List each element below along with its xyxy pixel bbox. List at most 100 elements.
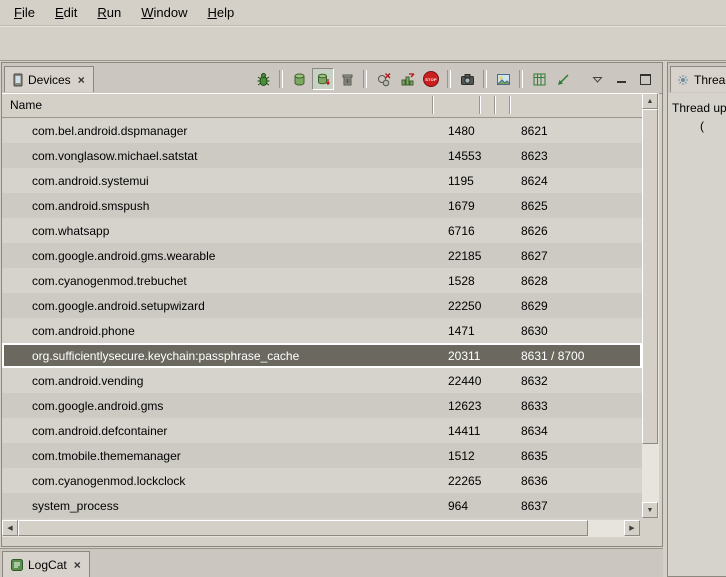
maximize-icon[interactable] [634,68,656,90]
process-pid: 22250 [434,299,489,313]
tab-logcat-label: LogCat [28,558,67,572]
table-row[interactable]: com.android.defcontainer 14411 8634 [2,418,642,443]
table-row[interactable]: com.cyanogenmod.trebuchet 1528 8628 [2,268,642,293]
process-pid: 1480 [434,124,489,138]
scroll-down-icon[interactable]: ▼ [642,502,658,518]
column-divider[interactable] [509,96,511,114]
devices-toolbar: STOP [252,66,656,92]
process-port: 8621 [515,124,642,138]
process-pid: 6716 [434,224,489,238]
scroll-left-icon[interactable]: ◀ [2,520,18,536]
table-row[interactable]: com.android.phone 1471 8630 [2,318,642,343]
devices-tabbar: Devices × [2,63,662,94]
screen-capture-icon[interactable] [456,68,478,90]
threads-message-line1: Thread up [672,99,726,117]
process-pid: 22185 [434,249,489,263]
toolbar-separator [519,70,523,88]
menu-window[interactable]: Window [131,1,197,24]
table-row[interactable]: com.android.systemui 1195 8624 [2,168,642,193]
process-port: 8626 [515,224,642,238]
tab-devices-label: Devices [28,73,71,87]
column-divider[interactable] [432,96,434,114]
process-port: 8628 [515,274,642,288]
process-name: com.android.smspush [2,199,434,213]
process-pid: 1528 [434,274,489,288]
process-port: 8630 [515,324,642,338]
process-name: com.android.defcontainer [2,424,434,438]
process-pid: 22440 [434,374,489,388]
process-name: org.sufficientlysecure.keychain:passphra… [2,349,434,363]
process-port: 8635 [515,449,642,463]
tab-logcat[interactable]: LogCat × [2,551,90,577]
table-row[interactable]: com.google.android.gms.wearable 22185 86… [2,243,642,268]
process-pid: 1471 [434,324,489,338]
ui-hierarchy-icon[interactable] [492,68,514,90]
stop-icon: STOP [423,71,439,87]
toolbar-separator [279,70,283,88]
stop-process-icon[interactable]: STOP [420,68,442,90]
table-row[interactable]: com.google.android.setupwizard 22250 862… [2,293,642,318]
update-heap-icon[interactable] [288,68,310,90]
columns-layout-icon[interactable] [528,68,550,90]
process-port: 8636 [515,474,642,488]
process-name: com.android.systemui [2,174,434,188]
horizontal-scrollbar: ◀ ▶ [2,520,640,537]
tab-devices[interactable]: Devices × [4,66,94,92]
process-port: 8631 / 8700 [515,349,642,363]
threads-icon [677,74,689,86]
table-row[interactable]: com.tmobile.thememanager 1512 8635 [2,443,642,468]
scroll-right-icon[interactable]: ▶ [624,520,640,536]
table-row[interactable]: org.sufficientlysecure.keychain:passphra… [2,343,642,368]
menu-run[interactable]: Run [87,1,131,24]
dump-hprof-icon[interactable] [312,68,334,90]
column-divider[interactable] [494,96,496,114]
menu-bar: File Edit Run Window Help [0,0,726,26]
process-name: com.cyanogenmod.lockclock [2,474,434,488]
process-pid: 1195 [434,174,489,188]
process-name: com.vonglasow.michael.satstat [2,149,434,163]
process-port: 8625 [515,199,642,213]
table-row[interactable]: com.google.android.gms 12623 8633 [2,393,642,418]
cause-gc-icon[interactable] [336,68,358,90]
close-icon[interactable]: × [74,558,81,572]
scroll-up-icon[interactable]: ▲ [642,93,658,109]
close-icon[interactable]: × [78,73,85,87]
table-row[interactable]: com.android.vending 22440 8632 [2,368,642,393]
devices-panel: Devices × [1,62,663,547]
process-name: com.cyanogenmod.trebuchet [2,274,434,288]
process-name: com.whatsapp [2,224,434,238]
table-row[interactable]: system_process 964 8637 [2,493,642,518]
vertical-scrollbar: ▲ ▼ [642,93,659,518]
table-row[interactable]: com.whatsapp 6716 8626 [2,218,642,243]
minimize-icon[interactable] [610,68,632,90]
column-divider[interactable] [479,96,481,114]
process-pid: 964 [434,499,489,513]
method-profiling-icon[interactable] [396,68,418,90]
view-menu-dropdown-icon[interactable] [586,68,608,90]
table-row[interactable]: com.android.smspush 1679 8625 [2,193,642,218]
process-port: 8633 [515,399,642,413]
vertical-scrollbar-thumb[interactable] [642,109,658,444]
menu-file[interactable]: File [4,1,45,24]
process-pid: 1512 [434,449,489,463]
process-port: 8629 [515,299,642,313]
menu-edit[interactable]: Edit [45,1,87,24]
application-window: File Edit Run Window Help Devices × [0,0,726,577]
tab-threads[interactable]: Threads [670,66,726,92]
toolbar-separator [447,70,451,88]
table-row[interactable]: com.cyanogenmod.lockclock 22265 8636 [2,468,642,493]
column-header-name[interactable]: Name [2,93,642,117]
process-pid: 12623 [434,399,489,413]
process-port: 8627 [515,249,642,263]
update-threads-icon[interactable] [372,68,394,90]
diagonal-layout-icon[interactable] [552,68,574,90]
horizontal-scrollbar-thumb[interactable] [18,520,588,536]
table-row[interactable]: com.vonglasow.michael.satstat 14553 8623 [2,143,642,168]
threads-message: Thread up ( [668,93,726,576]
process-name: com.bel.android.dspmanager [2,124,434,138]
menu-help[interactable]: Help [197,1,244,24]
debug-process-icon[interactable] [252,68,274,90]
table-row[interactable]: com.bel.android.dspmanager 1480 8621 [2,118,642,143]
process-pid: 14553 [434,149,489,163]
process-name: com.google.android.setupwizard [2,299,434,313]
